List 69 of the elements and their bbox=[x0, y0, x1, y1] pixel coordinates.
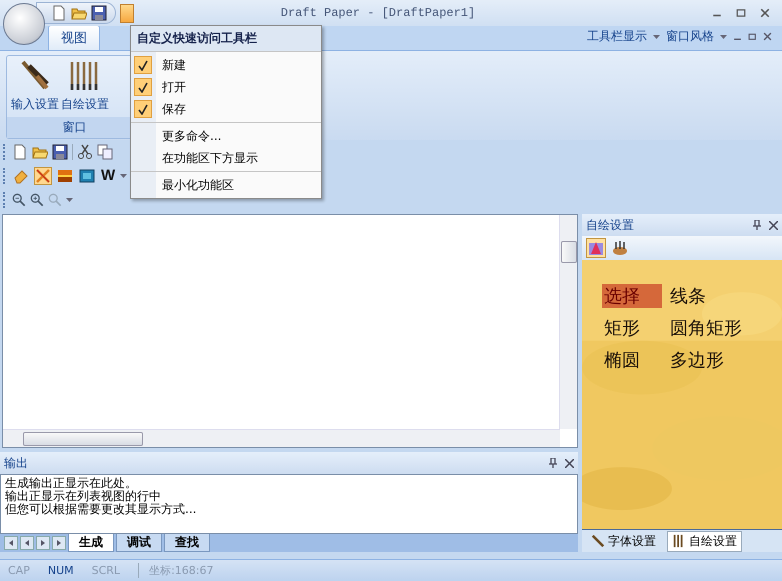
restore-icon[interactable] bbox=[748, 32, 757, 41]
menu-title: 自定义快速访问工具栏 bbox=[131, 26, 321, 52]
caret-icon bbox=[120, 174, 128, 178]
status-indicator: NUM bbox=[48, 564, 74, 577]
caret-icon bbox=[720, 34, 727, 38]
menu-dropdown[interactable]: 工具栏显示 bbox=[587, 28, 647, 45]
caret-icon bbox=[653, 34, 660, 38]
new-document-icon[interactable] bbox=[51, 5, 67, 21]
menu-dropdown[interactable]: 窗口风格 bbox=[666, 28, 714, 45]
tool-option[interactable]: 矩形 bbox=[602, 316, 662, 340]
crossed-pencils-icon bbox=[35, 168, 51, 184]
last-page-icon[interactable] bbox=[52, 536, 66, 550]
output-tab[interactable]: 调试 bbox=[116, 534, 162, 552]
tool-option[interactable]: 选择 bbox=[602, 284, 662, 308]
copy-icon[interactable] bbox=[97, 144, 113, 160]
status-indicator: SCRL bbox=[92, 564, 120, 577]
menu-item[interactable]: 新建 bbox=[131, 54, 321, 76]
cut-icon[interactable] bbox=[77, 144, 93, 160]
zoom-in-icon[interactable] bbox=[30, 193, 44, 207]
tool-button[interactable] bbox=[34, 167, 52, 185]
quick-access-dropdown[interactable] bbox=[120, 4, 134, 22]
output-text: 生成输出正显示在此处。 输出正显示在列表视图的行中 但您可以根据需要更改其显示方式... bbox=[0, 474, 578, 534]
tool-option[interactable]: 圆角矩形 bbox=[668, 316, 744, 340]
panel-title: 自绘设置 bbox=[586, 216, 635, 234]
close-icon[interactable] bbox=[769, 220, 778, 230]
tool-button[interactable] bbox=[56, 167, 74, 185]
horizontal-scrollbar[interactable] bbox=[3, 429, 560, 447]
brushes-icon bbox=[612, 240, 628, 256]
sunset-icon bbox=[57, 168, 73, 184]
tool-button[interactable] bbox=[78, 167, 96, 185]
next-icon[interactable] bbox=[36, 536, 50, 550]
close-icon[interactable] bbox=[565, 458, 574, 468]
tool-option[interactable]: 椭圆 bbox=[602, 348, 662, 372]
status-indicator: CAP bbox=[8, 564, 30, 577]
film-strip-icon bbox=[79, 168, 95, 184]
menu-item[interactable]: 最小化功能区 bbox=[131, 174, 321, 196]
ribbon-button[interactable]: 输入设置 bbox=[11, 60, 59, 117]
close-icon[interactable] bbox=[760, 8, 770, 18]
tool-option[interactable]: 线条 bbox=[668, 284, 744, 308]
ribbon-button[interactable]: 自绘设置 bbox=[61, 60, 109, 117]
output-tab[interactable]: 生成 bbox=[68, 534, 114, 552]
menu-item[interactable]: 在功能区下方显示 bbox=[131, 147, 321, 169]
coordinates-text: 坐标:168:67 bbox=[138, 563, 214, 578]
dock-tab[interactable]: 字体设置 bbox=[586, 530, 661, 552]
tool-option[interactable]: 多边形 bbox=[668, 348, 744, 372]
menu-item[interactable]: 保存 bbox=[131, 98, 321, 120]
pin-icon[interactable] bbox=[549, 458, 557, 468]
previous-icon[interactable] bbox=[20, 536, 34, 550]
pin-icon[interactable] bbox=[753, 220, 761, 230]
first-page-icon[interactable] bbox=[4, 536, 18, 550]
brush-icon bbox=[591, 534, 605, 548]
eraser-icon bbox=[13, 168, 29, 184]
maximize-icon[interactable] bbox=[736, 8, 746, 18]
zoom-out-icon[interactable] bbox=[12, 193, 26, 207]
window-title: Draft Paper - [DraftPaper1] bbox=[280, 6, 476, 20]
close-icon[interactable] bbox=[763, 32, 772, 41]
menu-item[interactable]: 打开 bbox=[131, 76, 321, 98]
triangle-shape-icon bbox=[588, 240, 604, 256]
tool-button[interactable]: W bbox=[100, 167, 116, 185]
mode-button[interactable] bbox=[610, 238, 630, 258]
new-document-icon[interactable] bbox=[12, 144, 28, 160]
save-icon[interactable] bbox=[91, 5, 107, 21]
ribbon-tab[interactable]: 视图 bbox=[48, 25, 100, 50]
output-tab[interactable]: 查找 bbox=[164, 534, 210, 552]
vertical-scrollbar[interactable] bbox=[559, 215, 577, 429]
dock-tab[interactable]: 自绘设置 bbox=[667, 530, 742, 552]
save-icon[interactable] bbox=[52, 144, 68, 160]
panel-title: 输出 bbox=[4, 454, 29, 472]
caret-icon bbox=[66, 198, 73, 202]
